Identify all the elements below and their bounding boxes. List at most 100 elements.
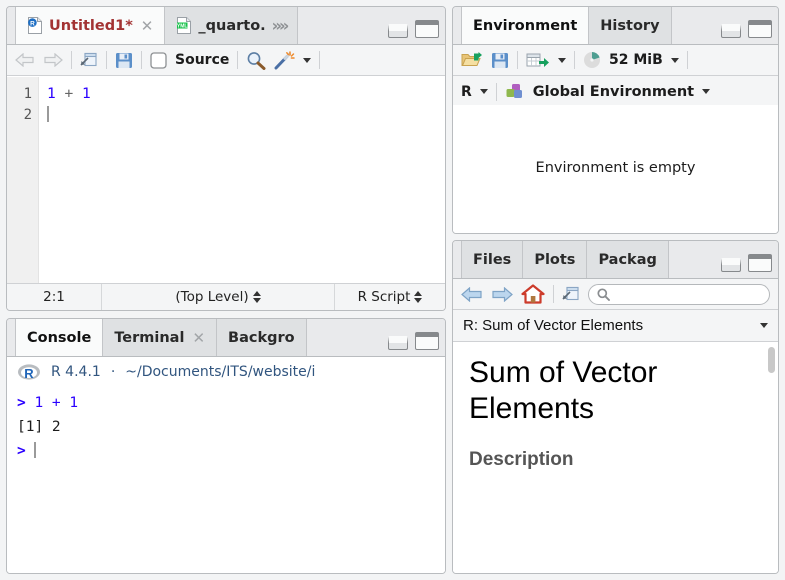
tab-label: Environment xyxy=(473,18,577,34)
close-icon[interactable]: ✕ xyxy=(141,17,154,35)
help-title: Sum of Vector Elements xyxy=(469,355,762,427)
magnifier-icon xyxy=(597,288,610,301)
toolbar-separator xyxy=(141,51,142,69)
files-window-buttons xyxy=(721,254,772,272)
environment-empty-message: Environment is empty xyxy=(453,105,778,233)
maximize-icon[interactable] xyxy=(748,20,772,38)
save-icon[interactable] xyxy=(491,52,509,69)
tab-packages[interactable]: Packag xyxy=(587,241,668,278)
maximize-icon[interactable] xyxy=(748,254,772,272)
environment-pane: Environment History xyxy=(452,6,779,234)
r-version-label: R 4.4.1 xyxy=(51,364,101,380)
files-help-pane: Files Plots Packag xyxy=(452,240,779,574)
source-window-buttons xyxy=(388,20,439,38)
toolbar-separator xyxy=(496,83,497,101)
tab-label: Backgro xyxy=(228,330,295,346)
source-tab-quarto[interactable]: YML _quarto. »» xyxy=(165,7,298,44)
console-line-input: > 1 + 1 xyxy=(17,391,445,415)
show-in-new-window-icon[interactable] xyxy=(80,52,98,68)
magnifier-icon[interactable] xyxy=(246,51,266,70)
maximize-icon[interactable] xyxy=(415,20,439,38)
console-line-active: > xyxy=(17,439,445,463)
chevron-down-icon[interactable] xyxy=(558,58,566,63)
help-scrollbar-thumb[interactable] xyxy=(768,347,775,373)
toolbar-separator xyxy=(687,51,688,69)
code-editor[interactable]: 1 2 1 + 1 xyxy=(7,77,445,284)
svg-text:R: R xyxy=(24,366,34,381)
help-toolbar xyxy=(453,279,778,310)
tab-label: Console xyxy=(27,330,91,346)
tab-environment[interactable]: Environment xyxy=(461,7,589,44)
scope-label: (Top Level) xyxy=(175,289,248,305)
home-icon[interactable] xyxy=(521,284,545,304)
console-prompt: > xyxy=(17,443,26,459)
environment-cubes-icon xyxy=(505,83,525,101)
line-number: 1 xyxy=(7,84,32,105)
tab-files[interactable]: Files xyxy=(461,241,523,278)
tab-label: History xyxy=(600,18,659,34)
scope-selector[interactable]: (Top Level) xyxy=(102,284,335,310)
maximize-icon[interactable] xyxy=(415,332,439,350)
code-area[interactable]: 1 + 1 xyxy=(39,77,445,284)
line-number-gutter: 1 2 xyxy=(7,77,39,284)
chevron-down-icon[interactable] xyxy=(671,58,679,63)
save-icon[interactable] xyxy=(115,52,133,69)
help-search-input[interactable] xyxy=(615,286,761,302)
minimize-icon[interactable] xyxy=(721,258,741,272)
source-button-label[interactable]: Source xyxy=(175,52,229,68)
chevron-down-icon[interactable] xyxy=(702,89,710,94)
import-dataset-icon[interactable] xyxy=(526,52,550,69)
console-header: R R 4.4.1 · ~/Documents/ITS/website/i xyxy=(7,357,445,387)
tab-history[interactable]: History xyxy=(589,7,671,44)
chevron-updown-icon xyxy=(253,291,261,303)
tab-terminal[interactable]: Terminal ✕ xyxy=(103,319,217,356)
forward-arrow-icon[interactable] xyxy=(491,287,513,302)
source-statusbar: 2:1 (Top Level) R Script xyxy=(7,283,445,310)
text-cursor xyxy=(34,442,36,458)
help-content: Sum of Vector Elements Description xyxy=(453,343,778,573)
memory-pie-icon xyxy=(583,51,601,69)
forward-arrow-icon[interactable] xyxy=(43,53,63,67)
close-icon[interactable]: ✕ xyxy=(192,329,205,347)
back-arrow-icon[interactable] xyxy=(15,53,35,67)
tab-console[interactable]: Console xyxy=(15,319,103,356)
show-in-new-window-icon[interactable] xyxy=(562,286,580,302)
filetype-selector[interactable]: R Script xyxy=(335,284,445,310)
minimize-icon[interactable] xyxy=(721,24,741,38)
tab-plots[interactable]: Plots xyxy=(523,241,587,278)
toolbar-separator xyxy=(71,51,72,69)
text-cursor xyxy=(47,106,49,122)
chevron-down-icon[interactable] xyxy=(303,58,311,63)
chevron-double-right-icon[interactable]: »» xyxy=(272,16,287,35)
minimize-icon[interactable] xyxy=(388,24,408,38)
back-arrow-icon[interactable] xyxy=(461,287,483,302)
tab-background-jobs[interactable]: Backgro xyxy=(217,319,307,356)
help-topic-selector[interactable]: R: Sum of Vector Elements xyxy=(453,310,778,342)
chevron-down-icon[interactable] xyxy=(760,323,768,328)
console-prompt: > xyxy=(17,395,26,411)
help-search-box[interactable] xyxy=(588,284,770,305)
code-token-op: + xyxy=(64,86,73,102)
chevron-down-icon[interactable] xyxy=(480,89,488,94)
language-selector-label[interactable]: R xyxy=(461,84,472,100)
toolbar-separator xyxy=(553,285,554,303)
working-directory-label[interactable]: ~/Documents/ITS/website/i xyxy=(125,364,315,380)
minimize-icon[interactable] xyxy=(388,336,408,350)
console-window-buttons xyxy=(388,332,439,350)
toolbar-separator xyxy=(319,51,320,69)
magic-wand-icon[interactable] xyxy=(274,51,295,70)
tab-label: Files xyxy=(473,252,511,268)
svg-text:YML: YML xyxy=(177,23,188,29)
help-scrollbar[interactable] xyxy=(767,345,776,563)
environment-scope-label[interactable]: Global Environment xyxy=(533,84,694,100)
help-section-heading: Description xyxy=(469,449,762,471)
source-tab-untitled1[interactable]: R Untitled1* ✕ xyxy=(15,7,165,44)
cursor-position: 2:1 xyxy=(7,284,102,310)
source-checkbox[interactable] xyxy=(150,52,167,69)
filetype-label: R Script xyxy=(358,289,411,305)
open-folder-icon[interactable] xyxy=(461,51,483,69)
console-tabbar: Console Terminal ✕ Backgro xyxy=(7,319,445,357)
tab-label: Packag xyxy=(598,252,656,268)
memory-usage-label[interactable]: 52 MiB xyxy=(609,52,663,68)
console-output[interactable]: > 1 + 1 [1] 2 > xyxy=(7,387,445,573)
